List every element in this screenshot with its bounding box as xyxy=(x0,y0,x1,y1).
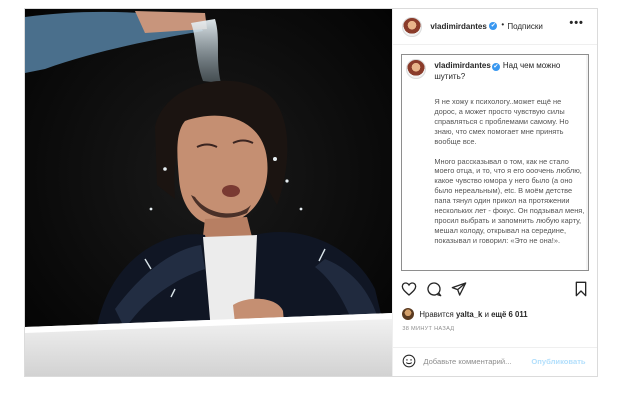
post-timestamp[interactable]: 38 МИНУТ НАЗАД xyxy=(402,326,454,332)
caption-paragraph: Я не хожу к психологу..может ещё не доро… xyxy=(434,97,569,146)
caption-header: vladimirdantes ✔ Над чем можно шутить? xyxy=(434,60,584,82)
caption-paragraph: Много рассказывал о том, как не стало мо… xyxy=(434,156,585,245)
author-username[interactable]: vladimirdantes xyxy=(430,22,486,31)
caption-scroll-area[interactable]: vladimirdantes ✔ Над чем можно шутить? Я н… xyxy=(401,54,590,271)
comment-input[interactable] xyxy=(423,357,524,366)
header-separator: • xyxy=(501,20,505,29)
following-button[interactable]: Подписки xyxy=(507,22,542,31)
caption-author-username[interactable]: vladimirdantes xyxy=(434,61,490,70)
emoji-icon[interactable] xyxy=(402,354,416,368)
caption-author-avatar[interactable] xyxy=(406,59,427,79)
post-photo[interactable] xyxy=(25,9,393,376)
more-options-icon[interactable]: ••• xyxy=(569,17,584,29)
caption-scrollbar[interactable] xyxy=(586,55,589,270)
bookmark-icon[interactable] xyxy=(574,281,588,297)
verified-badge-icon: ✔ xyxy=(491,63,500,71)
post-photo-image xyxy=(25,9,393,376)
post-header: vladimirdantes ✔ • Подписки ••• xyxy=(393,9,597,45)
likes-prefix: Нравится xyxy=(419,309,454,319)
heart-icon[interactable] xyxy=(401,281,417,297)
author-avatar[interactable] xyxy=(402,17,423,37)
likes-count-link[interactable]: ещё 6 011 xyxy=(491,310,528,319)
post-actions xyxy=(393,277,597,305)
publish-button[interactable]: Опубликовать xyxy=(531,357,585,366)
post-side-panel: vladimirdantes ✔ • Подписки ••• vladimir… xyxy=(392,9,597,376)
instagram-post: vladimirdantes ✔ • Подписки ••• vladimir… xyxy=(24,8,598,377)
comment-bar: Опубликовать xyxy=(393,347,597,376)
likes-summary: Нравится yalta_k и ещё 6 011 xyxy=(402,307,528,321)
liker-username[interactable]: yalta_k xyxy=(456,310,482,319)
liker-avatar[interactable] xyxy=(402,308,415,320)
likes-conj: и xyxy=(484,309,489,319)
comment-icon[interactable] xyxy=(426,281,442,297)
verified-badge-icon: ✔ xyxy=(489,22,498,30)
caption-body: Я не хожу к психологу..может ещё не доро… xyxy=(434,97,584,256)
paper-plane-icon[interactable] xyxy=(451,281,467,297)
